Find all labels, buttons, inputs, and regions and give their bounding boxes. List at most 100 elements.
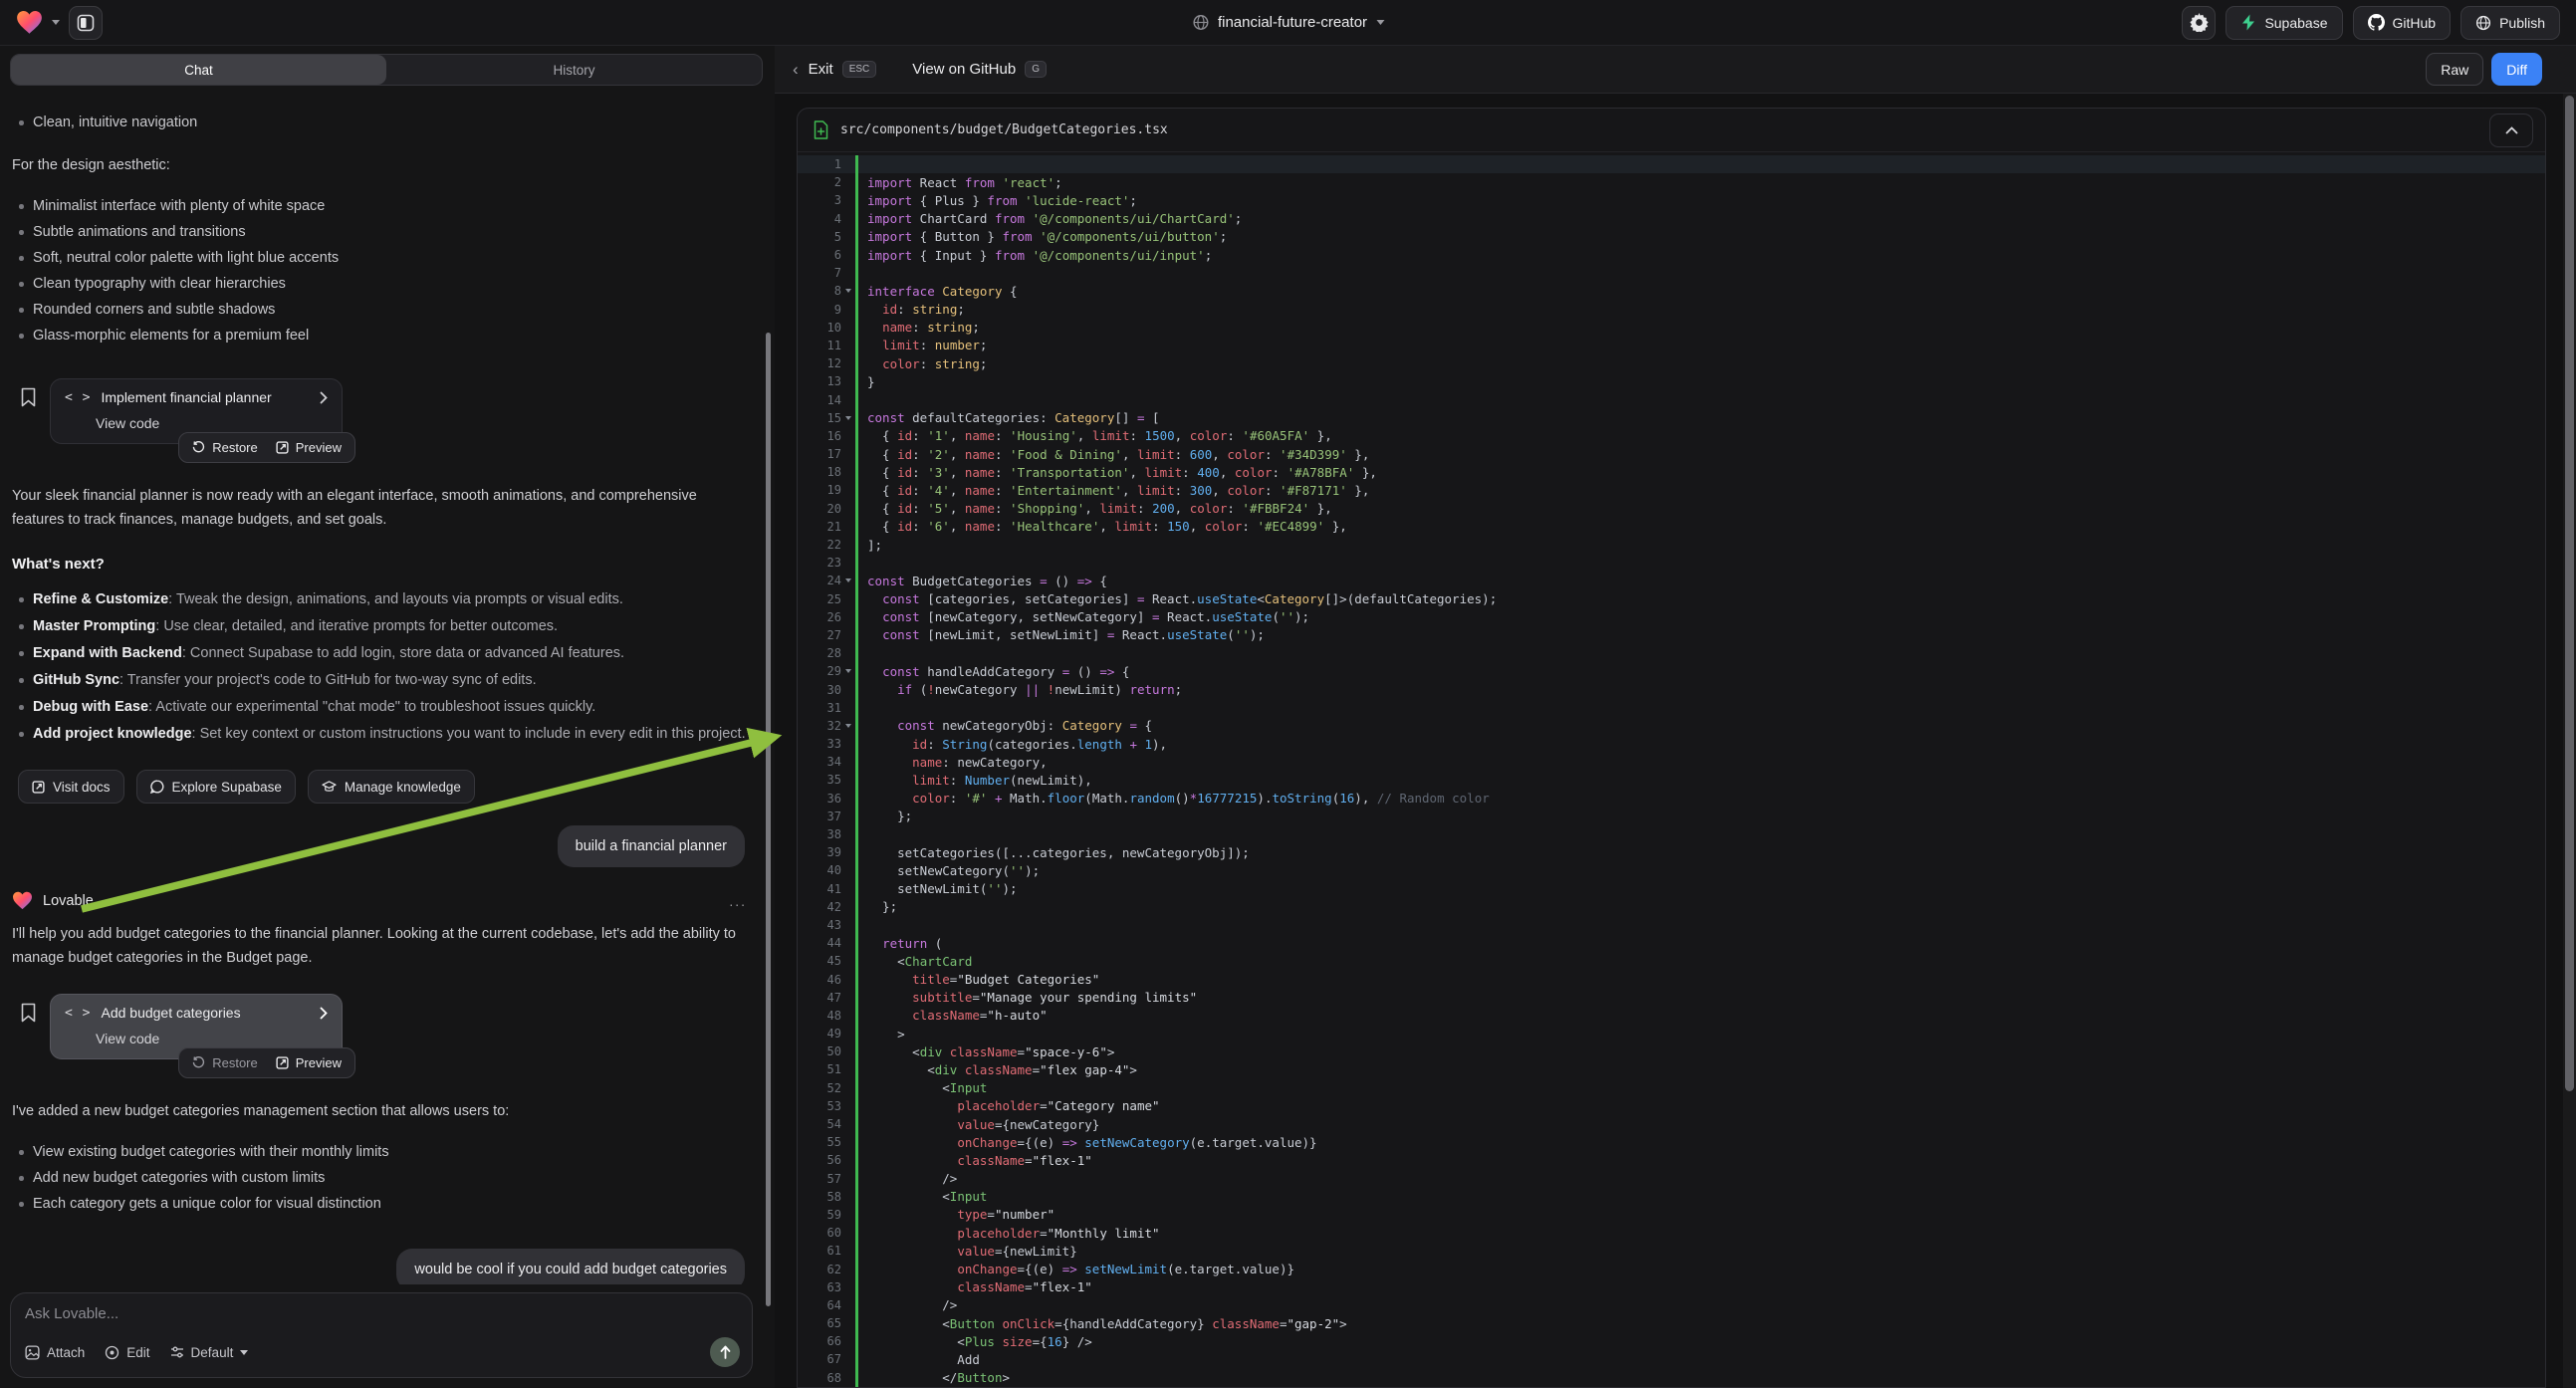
bullet-item: Each category gets a unique color for vi… — [12, 1191, 751, 1217]
chevron-up-icon — [2505, 126, 2518, 134]
code-lines[interactable]: 12import React from 'react';3import { Pl… — [798, 152, 2545, 1387]
bullet-item: Rounded corners and subtle shadows — [12, 297, 751, 323]
tab-history[interactable]: History — [386, 55, 762, 85]
whats-next-item: Debug with Ease: Activate our experiment… — [12, 694, 751, 721]
restore-icon — [192, 441, 205, 454]
project-switcher[interactable]: financial-future-creator — [1192, 14, 1384, 31]
chat-input[interactable] — [25, 1305, 738, 1322]
github-button[interactable]: GitHub — [2353, 6, 2452, 40]
tool-card-implement-planner[interactable]: < > Implement financial planner View cod… — [50, 378, 343, 444]
top-bar: financial-future-creator Supabase GitHub… — [0, 0, 2576, 46]
globe-icon — [1192, 14, 1209, 31]
explore-supabase-button[interactable]: Explore Supabase — [136, 770, 296, 804]
publish-globe-icon — [2475, 15, 2491, 31]
bookmark-icon[interactable] — [20, 378, 37, 444]
preview-button[interactable]: Preview — [276, 1055, 342, 1070]
bullet-item: Subtle animations and transitions — [12, 219, 751, 245]
assistant-header: Lovable ... — [12, 891, 751, 910]
workspace-chevron-down-icon[interactable] — [52, 20, 60, 25]
diff-toggle-button[interactable]: Diff — [2491, 53, 2542, 86]
code-line: 23 — [798, 554, 2545, 572]
user-message: would be cool if you could add budget ca… — [396, 1249, 745, 1284]
code-line: 5import { Button } from '@/components/ui… — [798, 228, 2545, 246]
supabase-icon — [2240, 14, 2256, 31]
toggle-sidebar-button[interactable] — [69, 6, 103, 40]
code-line: 17 { id: '2', name: 'Food & Dining', lim… — [798, 445, 2545, 463]
lovable-logo[interactable] — [16, 10, 43, 35]
code-line: 64 /> — [798, 1296, 2545, 1314]
raw-toggle-button[interactable]: Raw — [2426, 53, 2483, 86]
chevron-right-icon — [320, 391, 328, 404]
publish-button[interactable]: Publish — [2460, 6, 2560, 40]
chat-history-tabs: Chat History — [10, 54, 763, 86]
message-menu-button[interactable]: ... — [729, 893, 747, 909]
bookmark-icon[interactable] — [20, 994, 37, 1059]
code-line: 14 — [798, 390, 2545, 408]
code-line: 54 value={newCategory} — [798, 1115, 2545, 1133]
view-on-github-button[interactable]: View on GitHub — [912, 61, 1016, 78]
code-line: 24const BudgetCategories = () => { — [798, 572, 2545, 589]
external-link-icon — [32, 781, 45, 794]
code-line: 47 subtitle="Manage your spending limits… — [798, 989, 2545, 1007]
code-line: 13} — [798, 372, 2545, 390]
tool-card-add-budget-categories[interactable]: < > Add budget categories View code Rest… — [50, 994, 343, 1059]
code-line: 19 { id: '4', name: 'Entertainment', lim… — [798, 481, 2545, 499]
attach-button[interactable]: Attach — [25, 1345, 85, 1360]
code-line: 63 className="flex-1" — [798, 1278, 2545, 1296]
restore-button[interactable]: Restore — [192, 440, 258, 455]
code-line: 9 id: string; — [798, 301, 2545, 319]
code-line: 41 setNewLimit(''); — [798, 880, 2545, 898]
whats-next-item: Refine & Customize: Tweak the design, an… — [12, 586, 751, 613]
edit-button[interactable]: Edit — [105, 1345, 149, 1360]
external-link-icon — [276, 1056, 289, 1069]
code-line: 60 placeholder="Monthly limit" — [798, 1224, 2545, 1242]
window-scrollbar-thumb[interactable] — [2565, 96, 2574, 1091]
chat-scroll-area[interactable]: Clean, intuitive navigation For the desi… — [0, 94, 775, 1284]
view-code-link[interactable]: View code — [96, 1031, 328, 1046]
file-diff-card: src/components/budget/BudgetCategories.t… — [797, 108, 2546, 1388]
bullet-item: Minimalist interface with plenty of whit… — [12, 193, 751, 219]
code-line: 30 if (!newCategory || !newLimit) return… — [798, 680, 2545, 698]
code-line: 26 const [newCategory, setNewCategory] =… — [798, 608, 2545, 626]
bullet-item: View existing budget categories with the… — [12, 1139, 751, 1165]
bullet-item: Soft, neutral color palette with light b… — [12, 245, 751, 271]
file-path: src/components/budget/BudgetCategories.t… — [840, 122, 1168, 137]
code-line: 8interface Category { — [798, 282, 2545, 300]
visit-docs-button[interactable]: Visit docs — [18, 770, 124, 804]
sliders-icon — [170, 1345, 184, 1359]
code-line: 40 setNewCategory(''); — [798, 861, 2545, 879]
esc-shortcut-badge: ESC — [842, 61, 877, 78]
code-line: 16 { id: '1', name: 'Housing', limit: 15… — [798, 427, 2545, 445]
code-line: 11 limit: number; — [798, 337, 2545, 354]
github-icon — [2368, 14, 2385, 31]
chat-scrollbar[interactable] — [766, 333, 771, 1306]
preview-button[interactable]: Preview — [276, 440, 342, 455]
manage-knowledge-button[interactable]: Manage knowledge — [308, 770, 475, 804]
assistant-reply: I'll help you add budget categories to t… — [12, 922, 749, 970]
tab-chat[interactable]: Chat — [11, 55, 386, 85]
supabase-button[interactable]: Supabase — [2225, 6, 2342, 40]
lovable-heart-icon — [12, 891, 33, 910]
collapse-file-button[interactable] — [2489, 114, 2533, 147]
code-view-header: ‹ Exit ESC View on GitHub G Raw Diff — [775, 46, 2576, 94]
file-header[interactable]: src/components/budget/BudgetCategories.t… — [798, 109, 2545, 152]
view-code-link[interactable]: View code — [96, 415, 328, 431]
chat-composer: Attach Edit Default — [10, 1292, 753, 1378]
code-line: 28 — [798, 644, 2545, 662]
exit-button[interactable]: Exit — [809, 61, 833, 78]
code-line: 3import { Plus } from 'lucide-react'; — [798, 191, 2545, 209]
restore-button[interactable]: Restore — [192, 1055, 258, 1070]
code-line: 27 const [newLimit, setNewLimit] = React… — [798, 626, 2545, 644]
code-line: 10 name: string; — [798, 319, 2545, 337]
code-line: 15const defaultCategories: Category[] = … — [798, 409, 2545, 427]
code-line: 29 const handleAddCategory = () => { — [798, 662, 2545, 680]
settings-button[interactable] — [2182, 6, 2216, 40]
code-line: 34 name: newCategory, — [798, 753, 2545, 771]
model-selector[interactable]: Default — [170, 1345, 249, 1360]
code-line: 66 <Plus size={16} /> — [798, 1332, 2545, 1350]
chevron-down-icon — [240, 1350, 248, 1355]
code-line: 39 setCategories([...categories, newCate… — [798, 843, 2545, 861]
window-scrollbar-track[interactable] — [2563, 94, 2576, 1388]
send-button[interactable] — [710, 1337, 740, 1367]
code-line: 51 <div className="flex gap-4"> — [798, 1060, 2545, 1078]
